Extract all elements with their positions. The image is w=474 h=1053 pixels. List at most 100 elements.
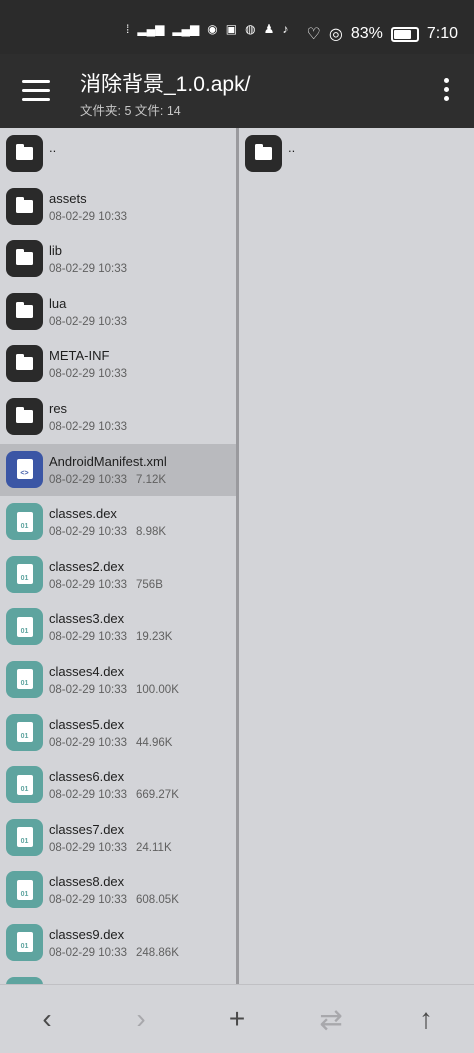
clock: 7:10 xyxy=(426,25,458,42)
folder-icon xyxy=(245,135,282,172)
list-item[interactable]: 01 classes4.dex 08-02-29 10:33 100.00K xyxy=(0,654,236,707)
status-bar: ⁞ ▂▄▆ ▂▄▆ ◉ ▣ ◍ ♟ ♪ ♡ ◎ 83% 7:10 xyxy=(0,0,474,54)
file-date: 08-02-29 10:33 xyxy=(49,210,128,223)
list-item[interactable]: 01 classes3.dex 08-02-29 10:33 19.23K xyxy=(0,601,236,654)
file-meta: 08-02-29 10:33 xyxy=(49,263,127,275)
hamburger-menu-icon[interactable] xyxy=(22,80,50,102)
list-item[interactable]: META-INF 08-02-29 10:33 xyxy=(0,338,236,391)
folder-icon xyxy=(6,240,43,278)
file-name: .. xyxy=(49,140,57,155)
add-icon[interactable]: + xyxy=(217,999,257,1039)
file-meta: 08-02-29 10:33 24.11K xyxy=(49,842,172,854)
left-file-pane[interactable]: .. assets 08-02-29 10:33 lib 08-02-29 10:33 l… xyxy=(0,128,236,984)
signal-icon: ▂▄▆ xyxy=(137,22,165,36)
vpn-icon: ◎ xyxy=(328,26,343,43)
browser-icon: ◍ xyxy=(245,22,256,36)
file-name: lua xyxy=(49,295,67,311)
file-meta: 08-02-29 10:33 7.12K xyxy=(49,474,166,486)
list-item[interactable]: 01 xyxy=(0,970,236,984)
list-item[interactable]: 01 classes2.dex 08-02-29 10:33 756B xyxy=(0,549,236,602)
list-item[interactable]: 01 classes8.dex 08-02-29 10:33 608.05K xyxy=(0,864,236,917)
more-options-icon[interactable] xyxy=(442,78,450,104)
battery-icon xyxy=(390,26,419,42)
hotspot-icon: ◉ xyxy=(207,22,218,36)
go-up-icon[interactable]: ↑ xyxy=(406,999,446,1039)
app-bar: 消除背景_1.0.apk/ 文件夹: 5 文件: 14 xyxy=(0,54,474,128)
file-date: 08-02-29 10:33 xyxy=(49,631,128,644)
forward-icon[interactable]: › xyxy=(121,999,161,1039)
file-date: 08-02-29 10:33 xyxy=(49,736,128,749)
file-size: 24.11K xyxy=(136,841,172,854)
file-name: res xyxy=(49,400,68,416)
list-item[interactable]: 01 classes5.dex 08-02-29 10:33 44.96K xyxy=(0,707,236,760)
file-name: assets xyxy=(49,190,87,206)
file-date: 08-02-29 10:33 xyxy=(49,841,128,854)
right-file-pane[interactable]: .. xyxy=(239,128,474,984)
dex-file-icon: 01 xyxy=(6,660,43,698)
file-name: classes8.dex xyxy=(49,874,125,890)
dex-file-icon: 01 xyxy=(6,555,43,593)
dex-file-icon: 01 xyxy=(6,503,43,541)
list-item[interactable]: 01 classes6.dex 08-02-29 10:33 669.27K xyxy=(0,759,236,812)
list-item[interactable]: 01 classes9.dex 08-02-29 10:33 248.86K xyxy=(0,917,236,970)
list-item[interactable]: lua 08-02-29 10:33 xyxy=(0,286,236,339)
file-date: 08-02-29 10:33 xyxy=(49,946,128,959)
file-date: 08-02-29 10:33 xyxy=(49,894,128,907)
file-meta: 08-02-29 10:33 100.00K xyxy=(49,684,179,696)
folder-icon xyxy=(6,135,43,172)
file-name: AndroidManifest.xml xyxy=(49,453,167,469)
folder-file-count: 文件夹: 5 文件: 14 xyxy=(80,104,181,118)
list-item[interactable]: 01 classes7.dex 08-02-29 10:33 24.11K xyxy=(0,812,236,865)
file-date: 08-02-29 10:33 xyxy=(49,473,128,486)
file-name: .. xyxy=(288,140,296,155)
folder-icon xyxy=(6,292,43,330)
file-size: 248.86K xyxy=(136,946,179,959)
file-meta: 08-02-29 10:33 xyxy=(49,316,127,328)
network-icon: ⁞ xyxy=(126,22,130,36)
page-title: 消除背景_1.0.apk/ xyxy=(80,73,251,96)
notification-icons: ⁞ ▂▄▆ ▂▄▆ ◉ ▣ ◍ ♟ ♪ xyxy=(126,22,288,36)
folder-icon xyxy=(6,345,43,383)
file-name: classes9.dex xyxy=(49,926,125,942)
list-item[interactable]: lib 08-02-29 10:33 xyxy=(0,233,236,286)
battery-percent: 83% xyxy=(350,25,383,42)
file-name: META-INF xyxy=(49,348,110,364)
file-name: classes2.dex xyxy=(49,558,125,574)
qq-icon: ♟ xyxy=(263,22,275,36)
xml-file-icon: <> xyxy=(6,450,43,488)
list-item[interactable]: <> AndroidManifest.xml 08-02-29 10:33 7.12K xyxy=(0,443,236,497)
list-item[interactable]: .. xyxy=(0,128,236,181)
file-meta: 08-02-29 10:33 248.86K xyxy=(49,947,179,959)
file-name: classes.dex xyxy=(49,506,117,522)
file-meta: 08-02-29 10:33 xyxy=(49,211,127,223)
file-size: 669.27K xyxy=(136,789,179,802)
list-item[interactable]: res 08-02-29 10:33 xyxy=(0,391,236,444)
file-meta: 08-02-29 10:33 8.98K xyxy=(49,526,166,538)
gallery-icon: ▣ xyxy=(225,22,238,36)
bottom-toolbar: ‹ › + ⇄ ↑ xyxy=(0,984,474,1053)
list-item[interactable]: 01 classes.dex 08-02-29 10:33 8.98K xyxy=(0,496,236,549)
file-meta: 08-02-29 10:33 19.23K xyxy=(49,631,172,643)
back-icon[interactable]: ‹ xyxy=(27,999,67,1039)
file-meta: 08-02-29 10:33 756B xyxy=(49,579,163,591)
file-meta: 08-02-29 10:33 669.27K xyxy=(49,789,179,801)
dex-file-icon: 01 xyxy=(6,976,43,984)
file-meta: 08-02-29 10:33 xyxy=(49,368,127,380)
dex-file-icon: 01 xyxy=(6,871,43,909)
tiktok-icon: ♪ xyxy=(282,22,289,36)
file-date: 08-02-29 10:33 xyxy=(49,263,128,276)
file-date: 08-02-29 10:33 xyxy=(49,789,128,802)
folder-icon xyxy=(6,187,43,225)
list-item[interactable]: assets 08-02-29 10:33 xyxy=(0,181,236,234)
dex-file-icon: 01 xyxy=(6,608,43,646)
file-date: 08-02-29 10:33 xyxy=(49,578,128,591)
swap-panes-icon[interactable]: ⇄ xyxy=(311,999,351,1039)
list-item-parent-dir[interactable]: .. xyxy=(239,128,474,181)
file-name: lib xyxy=(49,243,63,259)
dex-file-icon: 01 xyxy=(6,713,43,751)
file-name: classes5.dex xyxy=(49,716,125,732)
file-date: 08-02-29 10:33 xyxy=(49,368,128,381)
file-date: 08-02-29 10:33 xyxy=(49,526,128,539)
file-name: classes7.dex xyxy=(49,821,125,837)
folder-icon xyxy=(6,397,43,435)
